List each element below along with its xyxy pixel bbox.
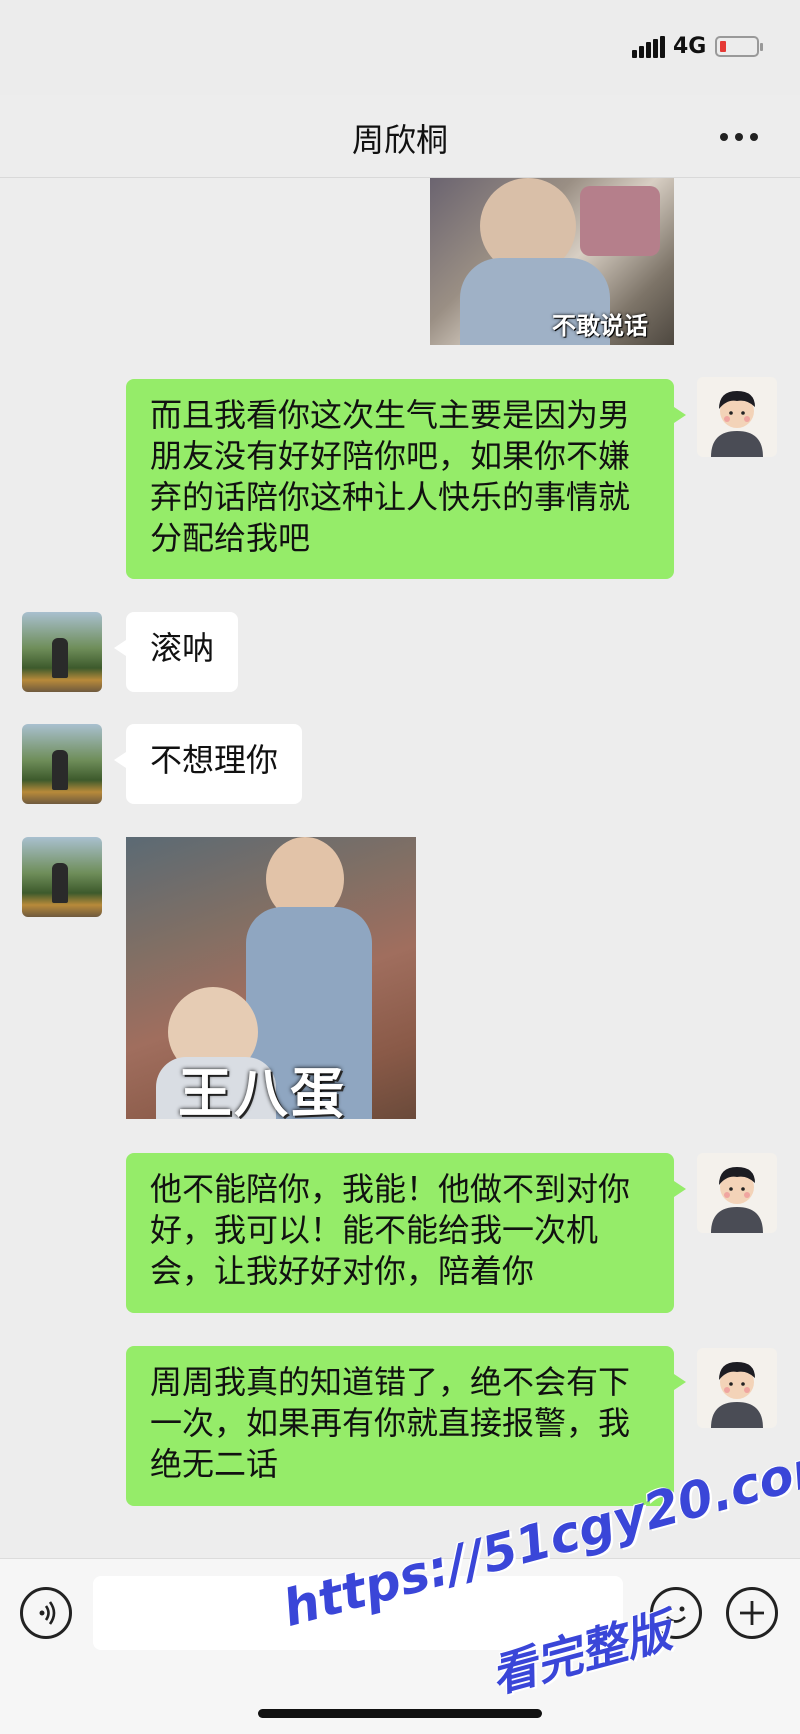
- my-message-bubble[interactable]: 周周我真的知道错了，绝不会有下一次，如果再有你就直接报警，我绝无二话: [126, 1346, 686, 1506]
- chat-area[interactable]: 不敢说话 而且我看你这次生气主要是因为男朋友没有好好陪你吧，如果你不嫌弃的话陪你…: [0, 178, 800, 1558]
- sticker-message[interactable]: 不敢说话: [430, 178, 674, 345]
- sticker-caption: 不敢说话: [552, 312, 648, 340]
- avatar-photo: [52, 750, 68, 790]
- message-text: 不想理你: [150, 741, 279, 779]
- friend-avatar[interactable]: [22, 837, 102, 917]
- cartoon-boy-icon: [711, 1362, 763, 1428]
- cartoon-boy-icon: [711, 391, 763, 457]
- message-text: 而且我看你这次生气主要是因为男朋友没有好好陪你吧，如果你不嫌弃的话陪你这种让人快…: [150, 396, 631, 557]
- my-avatar[interactable]: [697, 1153, 777, 1233]
- friend-message-bubble[interactable]: 滚呐: [113, 612, 239, 692]
- home-indicator: [258, 1709, 542, 1718]
- friend-message-bubble[interactable]: 不想理你: [113, 724, 303, 804]
- sticker-figure: [580, 186, 660, 256]
- message-text: 周周我真的知道错了，绝不会有下一次，如果再有你就直接报警，我绝无二话: [150, 1363, 631, 1483]
- avatar-photo: [52, 863, 68, 903]
- chat-title: 周欣桐: [351, 121, 448, 159]
- signal-strength-icon: [632, 36, 666, 58]
- my-avatar[interactable]: [697, 1348, 777, 1428]
- my-message-bubble[interactable]: 而且我看你这次生气主要是因为男朋友没有好好陪你吧，如果你不嫌弃的话陪你这种让人快…: [126, 379, 686, 579]
- avatar-photo: [52, 638, 68, 678]
- voice-icon: [39, 1601, 56, 1625]
- cartoon-boy-icon: [711, 1167, 763, 1233]
- friend-avatar[interactable]: [22, 724, 102, 804]
- network-type: 4G: [673, 34, 707, 59]
- sticker-message[interactable]: 王八蛋: [126, 837, 416, 1119]
- friend-avatar[interactable]: [22, 612, 102, 692]
- plus-icon: [740, 1601, 764, 1625]
- message-text: 他不能陪你，我能！他做不到对你好，我可以！能不能给我一次机会，让我好好对你，陪着…: [150, 1170, 631, 1290]
- voice-input-button[interactable]: [20, 1587, 72, 1639]
- battery-icon: [715, 36, 763, 57]
- status-bar: 4G: [0, 0, 800, 95]
- my-avatar[interactable]: [697, 377, 777, 457]
- more-options-icon[interactable]: [720, 133, 760, 143]
- message-text: 滚呐: [150, 629, 215, 667]
- my-message-bubble[interactable]: 他不能陪你，我能！他做不到对你好，我可以！能不能给我一次机会，让我好好对你，陪着…: [126, 1153, 686, 1313]
- sticker-caption: 王八蛋: [178, 1062, 346, 1119]
- chat-header: 周欣桐: [0, 95, 800, 178]
- more-functions-button[interactable]: [726, 1587, 778, 1639]
